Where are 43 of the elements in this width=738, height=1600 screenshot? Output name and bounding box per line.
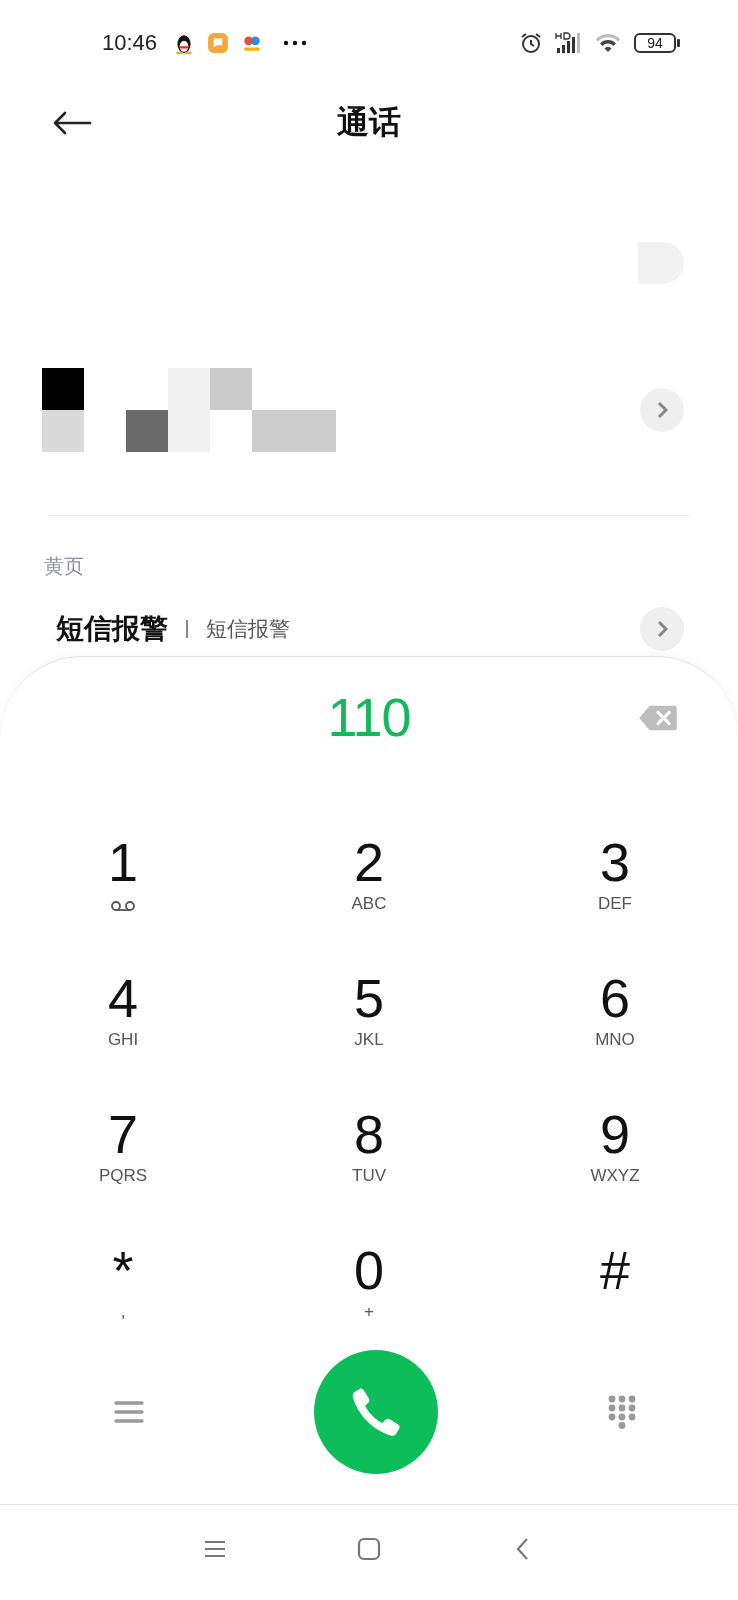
chat-app-icon [207, 32, 230, 54]
entry-detail: 短信报警 [206, 616, 291, 642]
key-letters: WXYZ [590, 1166, 640, 1186]
key-letters: PQRS [98, 1166, 148, 1186]
key-digit[interactable]: 7 [107, 1104, 138, 1164]
status-time: 10:46 [102, 30, 158, 56]
section-heading: 黄页 [44, 554, 85, 579]
chevron-icon [656, 619, 668, 639]
key-letters: MNO [595, 1030, 635, 1050]
key-digit[interactable]: 0 [353, 1240, 384, 1300]
alarm-icon [520, 32, 542, 54]
chevron-button[interactable] [640, 607, 684, 651]
key-digit[interactable]: 2 [353, 832, 384, 892]
more-icon [283, 40, 308, 46]
key-digit[interactable]: 1 [107, 832, 138, 892]
key-digit[interactable]: 9 [599, 1104, 630, 1164]
menu-icon[interactable] [114, 1400, 144, 1424]
key-digit[interactable]: # [599, 1240, 630, 1300]
key-letters: + [364, 1302, 374, 1322]
chevron-button[interactable] [640, 388, 684, 432]
signal-icon [554, 32, 582, 54]
voicemail-icon [110, 900, 136, 912]
key-letters: ABC [351, 894, 387, 914]
dialpad-icon[interactable] [608, 1395, 636, 1429]
page-title: 通话 [337, 103, 401, 142]
key-digit[interactable]: 4 [107, 968, 138, 1028]
key-digit[interactable]: 5 [353, 968, 384, 1028]
key-digit[interactable]: 8 [353, 1104, 384, 1164]
backspace-icon[interactable] [638, 704, 678, 732]
key-digit[interactable]: 3 [599, 832, 630, 892]
back-arrow-icon[interactable] [52, 111, 92, 135]
key-letters: JKL [354, 1030, 384, 1050]
home-icon[interactable] [357, 1537, 381, 1561]
entry-name: 短信报警 [56, 612, 168, 646]
chevron-icon [656, 400, 668, 420]
key-letters: TUV [352, 1166, 386, 1186]
key-digit[interactable]: 6 [599, 968, 630, 1028]
key-letters: GHI [107, 1030, 139, 1050]
wifi-icon [594, 32, 622, 54]
key-digit[interactable]: * [112, 1240, 134, 1300]
key-letters: DEF [598, 894, 632, 914]
key-letters: , [120, 1302, 126, 1322]
dialed-number: 110 [327, 686, 411, 748]
